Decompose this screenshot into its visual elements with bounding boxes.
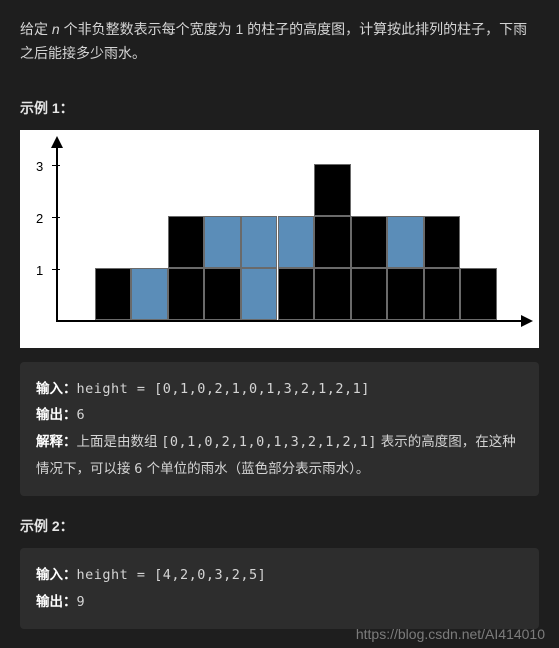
explain-text: 上面是由数组 bbox=[77, 434, 162, 449]
bar-cell bbox=[387, 268, 424, 320]
chart-container: 1 2 3 bbox=[20, 130, 539, 348]
example1-output-line: 输出：6 bbox=[36, 402, 523, 429]
example1-block: 输入：height = [0,1,0,2,1,0,1,3,2,1,2,1] 输出… bbox=[20, 362, 539, 497]
desc-text-2: 个非负整数表示每个宽度为 1 的柱子的高度图，计算按此排列的柱子，下雨之后能接多… bbox=[20, 21, 527, 61]
example2-block: 输入：height = [4,2,0,3,2,5] 输出：9 bbox=[20, 548, 539, 629]
water-cell bbox=[241, 268, 278, 320]
example2-heading: 示例 2： bbox=[20, 516, 539, 536]
bar-cell bbox=[424, 216, 461, 268]
example1-input-line: 输入：height = [0,1,0,2,1,0,1,3,2,1,2,1] bbox=[36, 376, 523, 403]
desc-text: 给定 bbox=[20, 21, 52, 37]
x-axis-arrow-icon bbox=[521, 315, 533, 327]
input-label: 输入： bbox=[36, 567, 77, 582]
bar-cell bbox=[168, 268, 205, 320]
bar-cell bbox=[168, 216, 205, 268]
example2-input-line: 输入：height = [4,2,0,3,2,5] bbox=[36, 562, 523, 589]
bar-cell bbox=[314, 268, 351, 320]
chart-grid bbox=[58, 164, 497, 320]
watermark: https://blog.csdn.net/AI414010 bbox=[356, 626, 545, 642]
input-label: 输入： bbox=[36, 381, 77, 396]
bar-cell bbox=[351, 216, 388, 268]
bar-cell bbox=[314, 164, 351, 216]
example1-heading: 示例 1： bbox=[20, 98, 539, 118]
explain-array: [0,1,0,2,1,0,1,3,2,1,2,1] bbox=[161, 434, 377, 450]
output-label: 输出： bbox=[36, 594, 77, 609]
bar-cell bbox=[314, 216, 351, 268]
output-label: 输出： bbox=[36, 407, 77, 422]
output-value: 9 bbox=[77, 594, 86, 610]
y-tick-1: 1 bbox=[36, 263, 43, 278]
input-value: height = [4,2,0,3,2,5] bbox=[77, 567, 267, 583]
water-cell bbox=[278, 216, 315, 268]
explain-label: 解释： bbox=[36, 434, 77, 449]
explain-num: 6 bbox=[134, 461, 143, 477]
bar-cell bbox=[351, 268, 388, 320]
input-value: height = [0,1,0,2,1,0,1,3,2,1,2,1] bbox=[77, 381, 370, 397]
water-cell bbox=[131, 268, 168, 320]
y-tick-3: 3 bbox=[36, 159, 43, 174]
variable-n: n bbox=[52, 21, 60, 37]
problem-description: 给定 n 个非负整数表示每个宽度为 1 的柱子的高度图，计算按此排列的柱子，下雨… bbox=[20, 18, 539, 66]
bar-cell bbox=[278, 268, 315, 320]
output-value: 6 bbox=[77, 407, 86, 423]
explain-text-3: 个单位的雨水（蓝色部分表示雨水）。 bbox=[143, 461, 370, 476]
bar-cell bbox=[424, 268, 461, 320]
x-axis bbox=[56, 320, 525, 322]
rainwater-chart: 1 2 3 bbox=[26, 136, 533, 344]
bar-cell bbox=[95, 268, 132, 320]
bar-cell bbox=[460, 268, 497, 320]
example2-output-line: 输出：9 bbox=[36, 589, 523, 616]
example1-explain-line: 解释：上面是由数组 [0,1,0,2,1,0,1,3,2,1,2,1] 表示的高… bbox=[36, 429, 523, 482]
y-tick-2: 2 bbox=[36, 211, 43, 226]
water-cell bbox=[204, 216, 241, 268]
water-cell bbox=[387, 216, 424, 268]
bar-cell bbox=[204, 268, 241, 320]
water-cell bbox=[241, 216, 278, 268]
